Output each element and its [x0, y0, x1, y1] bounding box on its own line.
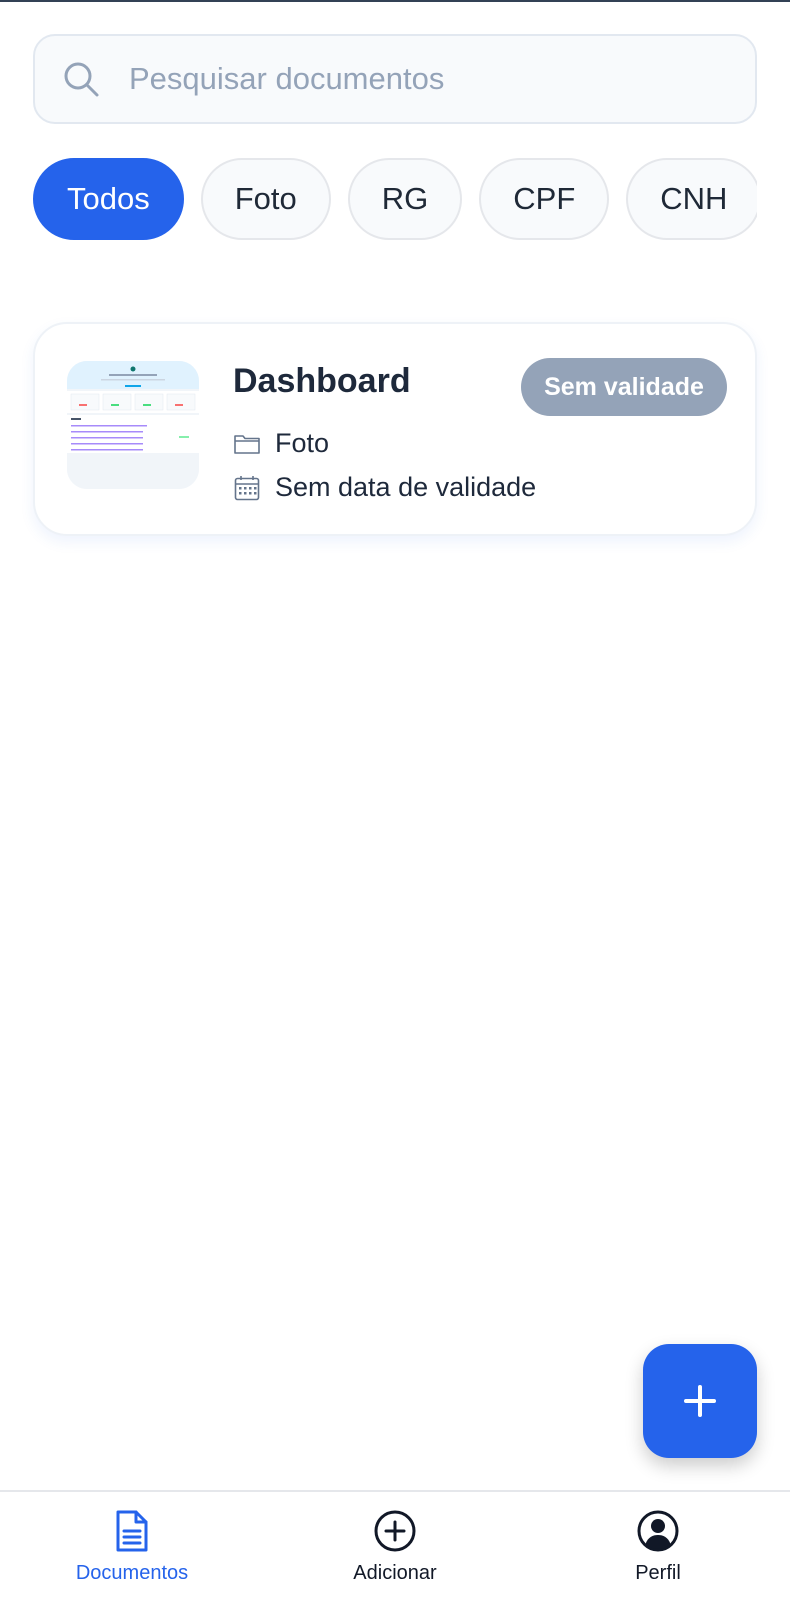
filter-chip-todos[interactable]: Todos — [33, 158, 184, 240]
profile-icon — [637, 1510, 679, 1552]
search-bar[interactable]: Pesquisar documentos — [33, 34, 757, 124]
folder-icon — [234, 434, 260, 454]
status-divider — [0, 0, 790, 2]
document-card[interactable]: Dashboard Sem validade Foto Sem data de … — [33, 322, 757, 536]
document-title: Dashboard — [233, 362, 411, 400]
filter-chip-foto[interactable]: Foto — [200, 158, 331, 240]
filter-chips: Todos Foto RG CPF CNH — [33, 158, 757, 240]
nav-label-documentos: Documentos — [75, 1562, 189, 1584]
nav-item-documentos[interactable]: Documentos — [32, 1492, 232, 1600]
document-thumbnail — [67, 361, 199, 489]
status-badge: Sem validade — [521, 358, 727, 416]
dashboard-thumbnail-icon — [67, 361, 199, 489]
document-category-label: Foto — [275, 428, 330, 458]
nav-label-perfil: Perfil — [635, 1562, 681, 1584]
add-circle-icon — [374, 1510, 416, 1552]
document-expiry: Sem data de validade — [233, 472, 536, 503]
nav-item-perfil[interactable]: Perfil — [558, 1492, 758, 1600]
filter-chip-cpf[interactable]: CPF — [479, 158, 610, 240]
document-category: Foto — [233, 428, 329, 459]
nav-label-adicionar: Adicionar — [353, 1562, 437, 1584]
filter-chip-rg[interactable]: RG — [347, 158, 463, 240]
search-input[interactable]: Pesquisar documentos — [129, 61, 444, 97]
search-icon — [64, 62, 99, 97]
document-icon — [116, 1510, 148, 1552]
add-document-fab[interactable] — [643, 1344, 757, 1458]
document-expiry-label: Sem data de validade — [275, 472, 537, 502]
filter-chip-cnh[interactable]: CNH — [626, 158, 757, 240]
plus-icon — [684, 1385, 716, 1417]
bottom-nav: Documentos Adicionar Perfil — [0, 1490, 790, 1600]
nav-item-adicionar[interactable]: Adicionar — [295, 1492, 495, 1600]
calendar-icon — [234, 475, 260, 500]
